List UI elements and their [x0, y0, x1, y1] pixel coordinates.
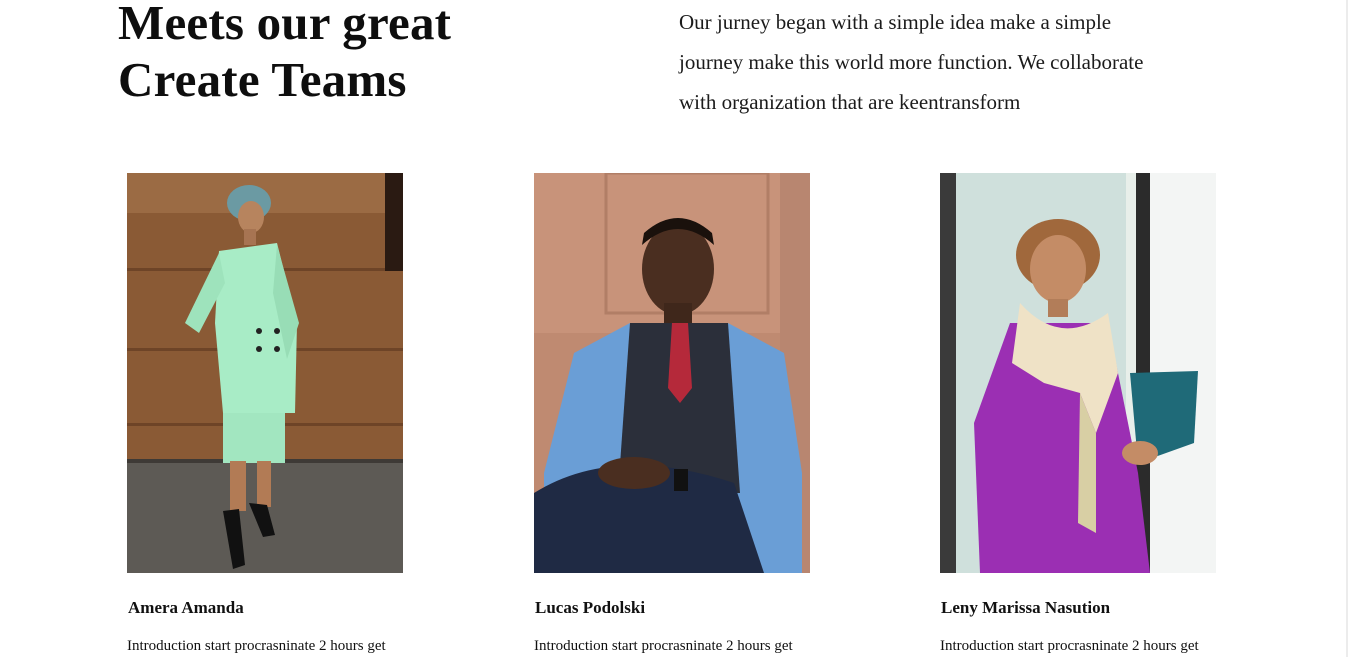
section-title-line-1: Meets our great: [118, 0, 452, 50]
team-photo-amera: [127, 173, 403, 573]
section-title: Meets our great Create Teams: [118, 0, 451, 108]
team-photo-leny: [940, 173, 1216, 573]
team-photo-lucas: [534, 173, 810, 573]
intro-line-1: Our jurney began with a simple idea make…: [679, 10, 1112, 34]
team-card-lucas: Lucas Podolski Introduction start procra…: [534, 173, 824, 656]
team-member-name: Lucas Podolski: [535, 598, 646, 617]
intro-line-2: journey make this world more function. W…: [679, 50, 1144, 74]
team-member-name: Leny Marissa Nasution: [941, 598, 1111, 617]
team-member-name: Amera Amanda: [128, 598, 244, 617]
section-intro: Our jurney began with a simple idea make…: [679, 2, 1199, 122]
section-title-line-2: Create Teams: [118, 52, 407, 107]
intro-line-3: with organization that are keentransform: [679, 90, 1021, 114]
team-member-description: Introduction start procrasninate 2 hours…: [127, 638, 386, 654]
team-member-description: Introduction start procrasninate 2 hours…: [940, 638, 1199, 654]
team-member-description: Introduction start procrasninate 2 hours…: [534, 638, 793, 654]
team-card-amera: Amera Amanda Introduction start procrasn…: [127, 173, 417, 656]
team-card-leny: Leny Marissa Nasution Introduction start…: [940, 173, 1230, 656]
